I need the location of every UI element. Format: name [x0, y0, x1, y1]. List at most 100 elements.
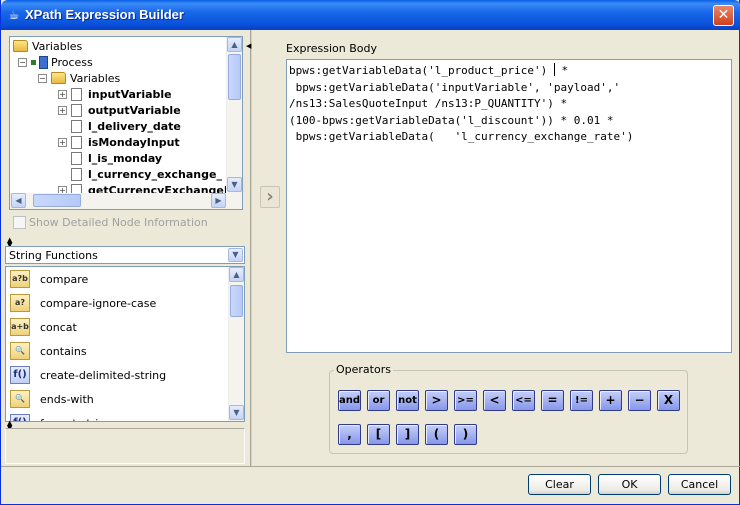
document-icon	[71, 103, 82, 117]
operator-plus-button[interactable]: +	[599, 390, 622, 411]
ends-with-icon: 🔍	[10, 390, 30, 408]
operator-less-equal-button[interactable]: <=	[512, 390, 535, 411]
operator-or-button[interactable]: or	[367, 390, 390, 411]
expand-icon[interactable]: +	[58, 89, 67, 99]
tree-node-label: inputVariable	[88, 87, 172, 101]
chevron-down-icon[interactable]: ▼	[228, 248, 243, 262]
expression-body-label: Expression Body	[286, 42, 377, 55]
operator-minus-button[interactable]: −	[628, 390, 651, 411]
function-label: contains	[40, 344, 87, 358]
function-label: concat	[40, 320, 77, 334]
close-icon: ✕	[717, 7, 730, 23]
scroll-up-icon[interactable]: ▲	[227, 37, 242, 52]
scroll-left-icon[interactable]: ◀	[11, 193, 26, 208]
collapse-icon[interactable]: −	[18, 57, 27, 67]
operators-label: Operators	[334, 363, 393, 376]
tree-node-label: l_is_monday	[88, 151, 163, 165]
ok-button[interactable]: OK	[598, 474, 661, 495]
tree-node-input-variable[interactable]: + inputVariable	[58, 86, 172, 102]
operator-open-paren-button[interactable]: (	[425, 424, 448, 445]
operator-not-equal-button[interactable]: !=	[570, 390, 593, 411]
scroll-thumb[interactable]	[230, 285, 243, 317]
scroll-right-icon[interactable]: ▶	[211, 193, 226, 208]
function-item-format-string[interactable]: f() format-string	[6, 411, 112, 422]
function-item-concat[interactable]: a+b concat	[6, 315, 77, 339]
operator-close-bracket-button[interactable]: ]	[396, 424, 419, 445]
function-icon: f()	[10, 366, 30, 384]
scroll-thumb[interactable]	[228, 54, 241, 100]
expression-line-1-suffix: *	[554, 64, 569, 77]
tree-horizontal-scrollbar[interactable]: ◀ ▶	[10, 193, 242, 209]
function-label: format-string	[40, 417, 112, 422]
title-bar[interactable]: ☕ XPath Expression Builder ✕	[1, 0, 740, 30]
tree-node-currency-exchange[interactable]: l_currency_exchange_	[71, 166, 222, 182]
tree-node-label: l_currency_exchange_	[88, 167, 222, 181]
function-item-contains[interactable]: 🔍 contains	[6, 339, 87, 363]
tree-node-label: Variables	[70, 71, 121, 85]
tree-node-label: l_delivery_date	[88, 119, 181, 133]
operator-less-button[interactable]: <	[483, 390, 506, 411]
expression-line-2: bpws:getVariableData('inputVariable', 'p…	[289, 80, 621, 94]
operator-and-button[interactable]: and	[338, 390, 361, 411]
chevron-right-icon[interactable]: ›	[260, 186, 280, 208]
tree-node-process[interactable]: − Process	[18, 54, 93, 70]
tree-node-is-monday-input[interactable]: + isMondayInput	[58, 134, 180, 150]
function-list-scrollbar[interactable]: ▲ ▼	[228, 267, 244, 421]
show-detail-checkbox-row[interactable]: Show Detailed Node Information	[13, 216, 208, 229]
function-item-compare[interactable]: a?b compare	[6, 267, 88, 291]
expression-line-1: bpws:getVariableData('l_product_price')	[289, 64, 554, 77]
splitter-collapse-arrows[interactable]: ◀	[246, 42, 251, 50]
tree-node-variables-root[interactable]: Variables	[13, 38, 82, 54]
window-title: XPath Expression Builder	[25, 7, 184, 22]
function-label: compare-ignore-case	[40, 296, 157, 310]
function-item-create-delimited-string[interactable]: f() create-delimited-string	[6, 363, 166, 387]
scroll-thumb[interactable]	[33, 194, 81, 207]
tree-node-output-variable[interactable]: + outputVariable	[58, 102, 181, 118]
function-item-ends-with[interactable]: 🔍 ends-with	[6, 387, 94, 411]
folder-icon	[13, 40, 28, 52]
scroll-down-icon[interactable]: ▼	[229, 405, 244, 420]
function-item-compare-ignore-case[interactable]: a? compare-ignore-case	[6, 291, 156, 315]
process-icon	[31, 56, 48, 69]
tree-node-label: Variables	[32, 39, 83, 53]
operator-greater-button[interactable]: >	[425, 390, 448, 411]
expand-icon[interactable]: +	[58, 137, 67, 147]
tree-node-label: outputVariable	[88, 103, 181, 117]
expression-line-4: (100-bpws:getVariableData('l_discount'))…	[289, 113, 614, 127]
coffee-cup-icon: ☕	[8, 8, 20, 22]
function-label: ends-with	[40, 392, 94, 406]
clear-button[interactable]: Clear	[528, 474, 591, 495]
compare-ignore-case-icon: a?	[10, 294, 30, 312]
close-button[interactable]: ✕	[713, 5, 734, 26]
operator-not-button[interactable]: not	[396, 390, 419, 411]
panel-splitter[interactable]	[250, 30, 252, 466]
collapse-icon[interactable]: −	[38, 73, 47, 83]
operator-multiply-button[interactable]: X	[657, 390, 680, 411]
operator-comma-button[interactable]: ,	[338, 424, 361, 445]
operators-group: Operators and or not > >= < <= = != + − …	[329, 363, 688, 454]
expression-line-3: /ns13:SalesQuoteInput /ns13:P_QUANTITY')…	[289, 97, 568, 110]
scroll-up-icon[interactable]: ▲	[229, 267, 244, 282]
tree-vertical-scrollbar[interactable]: ▲ ▼	[226, 37, 242, 193]
concat-icon: a+b	[10, 318, 30, 336]
operator-open-bracket-button[interactable]: [	[367, 424, 390, 445]
operator-equal-button[interactable]: =	[541, 390, 564, 411]
document-icon	[71, 135, 82, 149]
function-category-select[interactable]: String Functions ▼	[5, 246, 245, 264]
function-list[interactable]: a?b compare a? compare-ignore-case a+b c…	[5, 266, 245, 422]
scroll-down-icon[interactable]: ▼	[227, 177, 242, 192]
footer-divider	[1, 466, 740, 467]
operator-close-paren-button[interactable]: )	[454, 424, 477, 445]
variables-tree[interactable]: Variables − Process − Variables + inputV…	[9, 36, 243, 210]
operator-greater-equal-button[interactable]: >=	[454, 390, 477, 411]
function-icon: f()	[10, 414, 30, 421]
cancel-button[interactable]: Cancel	[668, 474, 731, 495]
show-detail-checkbox[interactable]	[13, 216, 26, 229]
tree-node-label: Process	[51, 55, 93, 69]
tree-node-variables[interactable]: − Variables	[38, 70, 120, 86]
expand-icon[interactable]: +	[58, 105, 67, 115]
tree-node-delivery-date[interactable]: l_delivery_date	[71, 118, 181, 134]
tree-node-is-monday[interactable]: l_is_monday	[71, 150, 162, 166]
expression-body-editor[interactable]: bpws:getVariableData('l_product_price') …	[286, 59, 732, 353]
folder-icon	[51, 72, 66, 84]
